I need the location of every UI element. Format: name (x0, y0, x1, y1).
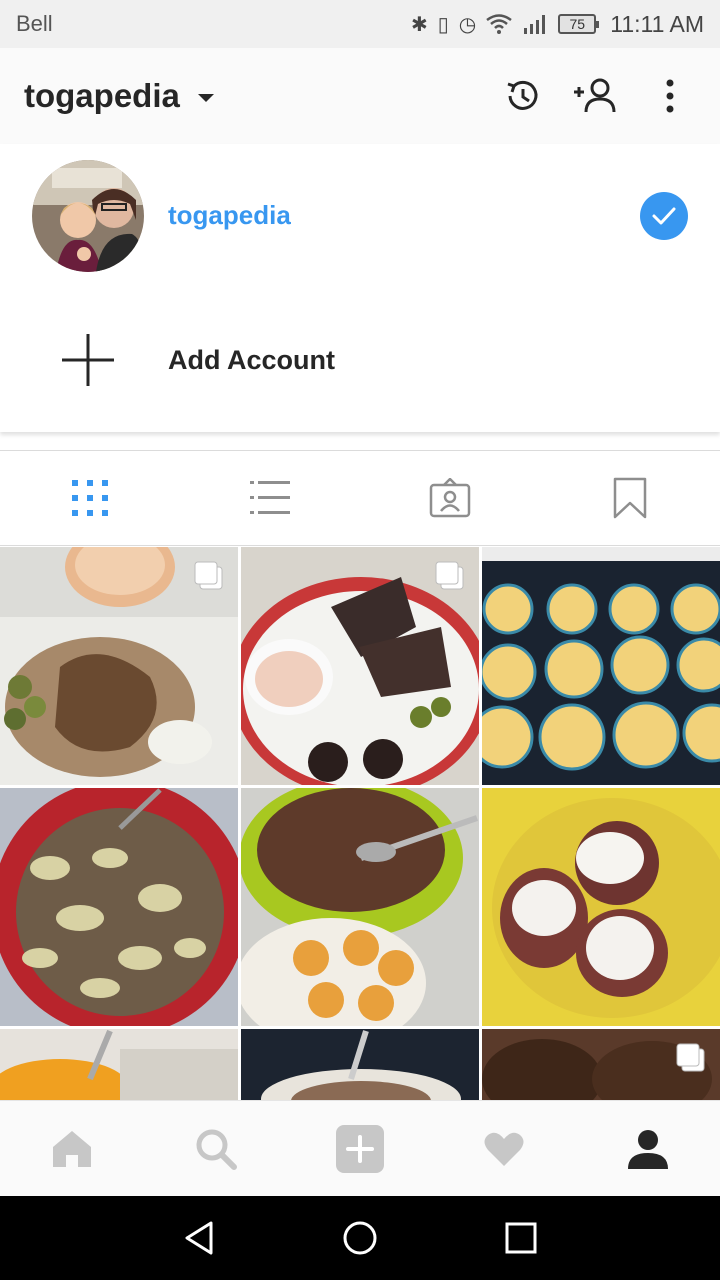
tab-list[interactable] (180, 451, 360, 545)
grid-post[interactable] (482, 788, 720, 1026)
recents-icon[interactable] (505, 1222, 537, 1254)
system-nav-bar (0, 1196, 720, 1280)
nav-add-post[interactable] (288, 1101, 432, 1196)
multiple-photos-icon (435, 561, 464, 590)
grid-post[interactable] (0, 1029, 238, 1100)
account-username: togapedia (168, 200, 291, 230)
grid-post[interactable] (241, 547, 479, 785)
nav-profile[interactable] (576, 1101, 720, 1196)
tab-tagged[interactable] (360, 451, 540, 545)
more-vertical-icon (666, 79, 674, 113)
grid-post[interactable] (0, 547, 238, 785)
alarm-icon: ◷ (458, 13, 477, 36)
options-menu-button[interactable] (644, 70, 696, 122)
tagged-icon (429, 478, 471, 518)
bookmark-icon (613, 477, 647, 519)
status-bar: Bell ✱ ▯ ◷ 75 11:11 AM (0, 0, 720, 48)
nav-search[interactable] (144, 1101, 288, 1196)
selected-check-icon (640, 192, 688, 240)
vibrate-icon: ▯ (437, 13, 449, 36)
bluetooth-icon: ✱ (411, 13, 428, 36)
profile-header: togapedia (0, 48, 720, 144)
activity-heart-icon (484, 1132, 524, 1166)
discover-people-button[interactable] (570, 70, 622, 122)
history-icon (507, 80, 538, 110)
add-person-icon (574, 78, 616, 113)
avatar (32, 160, 144, 272)
grid-icon (72, 480, 108, 516)
list-icon (250, 481, 290, 514)
carrier-name: Bell (16, 11, 53, 36)
add-account-label: Add Account (168, 345, 335, 375)
back-icon[interactable] (183, 1220, 215, 1256)
chevron-down-icon (197, 94, 214, 102)
home-circle-icon[interactable] (342, 1220, 378, 1256)
search-icon (196, 1129, 237, 1170)
profile-icon (628, 1129, 668, 1169)
wifi-icon (486, 14, 512, 34)
account-row[interactable]: togapedia (0, 160, 720, 272)
plus-icon (62, 334, 114, 386)
grid-post[interactable] (241, 1029, 479, 1100)
tab-grid[interactable] (0, 451, 180, 545)
multiple-photos-icon (194, 561, 223, 590)
nav-activity[interactable] (432, 1101, 576, 1196)
tab-saved[interactable] (540, 451, 720, 545)
account-switcher[interactable]: togapedia (24, 77, 474, 115)
add-account-button[interactable]: Add Account (0, 320, 720, 400)
grid-post[interactable] (0, 788, 238, 1026)
archive-button[interactable] (496, 70, 548, 122)
battery-icon: 75 (558, 14, 600, 34)
header-username: togapedia (24, 77, 180, 114)
account-dropdown: togapedia Add Account (0, 144, 720, 432)
grid-post[interactable] (482, 1029, 720, 1100)
post-grid (0, 547, 720, 1100)
bottom-nav (0, 1100, 720, 1196)
profile-tabs (0, 450, 720, 546)
add-post-icon (336, 1124, 384, 1173)
clock: 11:11 AM (610, 10, 704, 37)
home-icon (53, 1130, 91, 1167)
grid-post[interactable] (241, 788, 479, 1026)
status-icons: ✱ ▯ ◷ 75 11:11 AM (411, 11, 704, 38)
nav-home[interactable] (0, 1101, 144, 1196)
grid-post[interactable] (482, 547, 720, 785)
signal-icon (524, 15, 546, 34)
multiple-photos-icon (676, 1043, 705, 1072)
